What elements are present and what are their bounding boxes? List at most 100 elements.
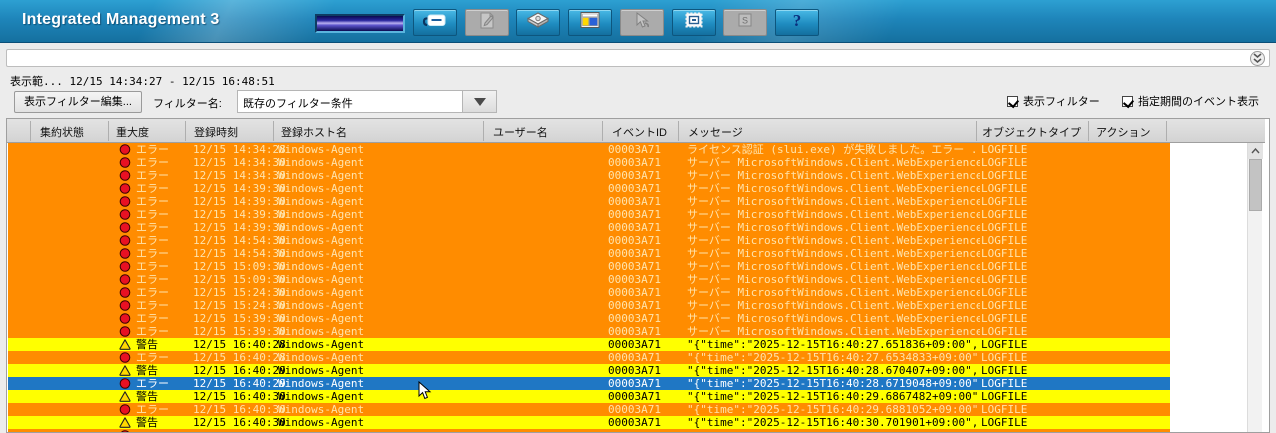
combobox-dropdown-button[interactable] [462,91,496,112]
toolbar-button-help[interactable]: ? [774,9,819,36]
event-row[interactable]: エラー 12/15 14:54:30 Windows-Agent 00003A71 サー… [8,247,1170,260]
event-id-cell: 00003A71 [608,156,661,169]
severity-cell: エラー [136,169,169,182]
severity-cell: エラー [136,208,169,221]
column-header[interactable]: 登録ホスト名 [281,124,347,140]
mouse-cursor [418,380,432,406]
severity-cell: 警告 [136,338,158,351]
column-separator[interactable] [1166,121,1167,141]
column-header[interactable]: 集約状態 [40,124,84,140]
error-severity-icon [119,209,131,220]
registered-time-cell: 12/15 14:34:30 [193,156,286,169]
column-header[interactable]: アクション [1096,124,1150,140]
checkbox-view-filter[interactable]: 表示フィルター [1007,93,1100,109]
event-row[interactable]: エラー 12/15 15:09:30 Windows-Agent 00003A71 サー… [8,273,1170,286]
toolbar-button-stamp[interactable] [671,9,716,36]
column-separator[interactable] [273,121,274,141]
warning-severity-icon [119,391,131,402]
column-header[interactable]: メッセージ [688,124,743,140]
event-row[interactable]: エラー 12/15 15:24:30 Windows-Agent 00003A71 サー… [8,286,1170,299]
filter-name-label: フィルター名: [153,98,222,110]
scrollbar-thumb[interactable] [1249,159,1262,211]
severity-cell: エラー [136,312,169,325]
event-id-cell: 00003A71 [608,364,661,377]
event-row[interactable]: エラー 12/15 16:40:30 Windows-Agent 00003A71 "{… [8,403,1170,416]
column-separator[interactable] [678,121,679,141]
filter-name-combobox[interactable]: 既存のフィルター条件 [237,90,497,113]
event-row[interactable]: エラー 12/15 15:09:30 Windows-Agent 00003A71 サー… [8,260,1170,273]
error-severity-icon [119,300,131,311]
chevron-double-down-icon[interactable] [1250,51,1265,66]
severity-cell: エラー [136,156,169,169]
checkbox-checked-icon [1122,95,1133,107]
event-row[interactable]: エラー 12/15 14:34:30 Windows-Agent 00003A71 サー… [8,156,1170,169]
column-header[interactable]: 登録時刻 [194,124,238,140]
column-header[interactable]: オブジェクトタイプ [982,124,1081,140]
svg-text:S: S [742,16,748,26]
event-row[interactable]: 警告 12/15 16:40:28 Windows-Agent 00003A71 "{"… [8,338,1170,351]
registered-time-cell: 12/15 15:24:30 [193,286,286,299]
severity-cell: エラー [136,143,169,156]
error-severity-icon [119,157,131,168]
warning-severity-icon [119,417,131,428]
object-type-cell: LOGFILE [981,221,1028,234]
event-row[interactable]: エラー 12/15 14:39:30 Windows-Agent 00003A71 サー… [8,182,1170,195]
column-separator[interactable] [1088,121,1089,141]
toolbar-button-window[interactable] [568,9,613,36]
checkbox-checked-icon [1007,95,1018,107]
registered-host-cell: Windows-Agent [278,169,365,182]
app-window: Integrated Management 3 S? 表示範... 12/15 … [0,0,1276,433]
chevron-down-icon [473,97,486,106]
event-row[interactable]: エラー 12/15 16:40:28 Windows-Agent 00003A71 "{… [8,351,1170,364]
column-separator[interactable] [185,121,186,141]
message-cell: サーバー MicrosoftWindows.Client.WebExperien… [687,312,980,325]
edit-view-filter-button[interactable]: 表示フィルター編集... [14,91,142,113]
event-row[interactable]: エラー 12/15 14:39:30 Windows-Agent 00003A71 サー… [8,208,1170,221]
registered-time-cell: 12/15 16:40:29 [193,364,286,377]
vertical-scrollbar[interactable] [1247,143,1263,432]
severity-cell: エラー [136,182,169,195]
event-row[interactable]: エラー 12/15 14:54:30 Windows-Agent 00003A71 サー… [8,234,1170,247]
event-row[interactable]: 警告 12/15 16:40:29 Windows-Agent 00003A71 "{"… [8,364,1170,377]
object-type-cell: LOGFILE [981,156,1028,169]
registered-time-cell: 12/15 16:40:28 [193,338,286,351]
column-separator[interactable] [30,121,31,141]
cursor-arrow-icon [632,11,652,35]
column-header[interactable]: ユーザー名 [493,124,548,140]
toolbar-button-pager[interactable] [413,9,457,36]
error-severity-icon [119,352,131,363]
message-cell: サーバー MicrosoftWindows.Client.WebExperien… [687,260,980,273]
column-separator[interactable] [108,121,109,141]
event-row[interactable]: エラー 12/15 14:34:30 Windows-Agent 00003A71 サー… [8,169,1170,182]
severity-cell: エラー [136,273,169,286]
event-row[interactable]: エラー 12/15 14:39:30 Windows-Agent 00003A71 サー… [8,195,1170,208]
message-cell: "{"time":"2025-12-15T16:40:27.651836+09:… [687,338,980,351]
registered-host-cell: Windows-Agent [278,403,365,416]
column-header[interactable]: 重大度 [116,124,149,140]
column-separator[interactable] [483,121,484,141]
error-severity-icon [119,287,131,298]
event-row[interactable]: エラー 12/15 15:24:30 Windows-Agent 00003A71 サー… [8,299,1170,312]
registered-host-cell: Windows-Agent [278,247,365,260]
column-separator[interactable] [602,121,603,141]
toolbar-button-box-3d[interactable] [516,9,561,36]
scroll-up-button[interactable] [1248,143,1263,159]
event-row[interactable]: エラー 12/15 15:39:30 Windows-Agent 00003A71 サー… [8,312,1170,325]
column-header[interactable]: イベントID [612,124,667,140]
event-row[interactable]: エラー 12/15 15:39:30 Windows-Agent 00003A71 サー… [8,325,1170,338]
checkbox-period-event-display[interactable]: 指定期間のイベント表示 [1122,93,1259,109]
registered-host-cell: Windows-Agent [278,234,365,247]
display-range-label: 表示範... 12/15 14:34:27 - 12/15 16:48:51 [10,75,275,88]
event-row[interactable]: エラー 12/15 14:39:30 Windows-Agent 00003A71 サー… [8,221,1170,234]
error-severity-icon [119,404,131,415]
error-severity-icon [119,196,131,207]
registered-time-cell: 12/15 15:39:30 [193,325,286,338]
event-row[interactable] [8,429,1170,432]
registered-host-cell: Windows-Agent [278,364,365,377]
column-separator[interactable] [976,121,977,141]
event-row[interactable]: 警告 12/15 16:40:30 Windows-Agent 00003A71 "{"… [8,416,1170,429]
object-type-cell: LOGFILE [981,182,1028,195]
event-row-selected[interactable]: エラー 12/15 16:40:29 Windows-Agent 00003A71 "{… [8,377,1170,390]
event-row[interactable]: 警告 12/15 16:40:30 Windows-Agent 00003A71 "{"… [8,390,1170,403]
event-row[interactable]: エラー 12/15 14:34:28 Windows-Agent 00003A71 ライ… [8,143,1170,156]
